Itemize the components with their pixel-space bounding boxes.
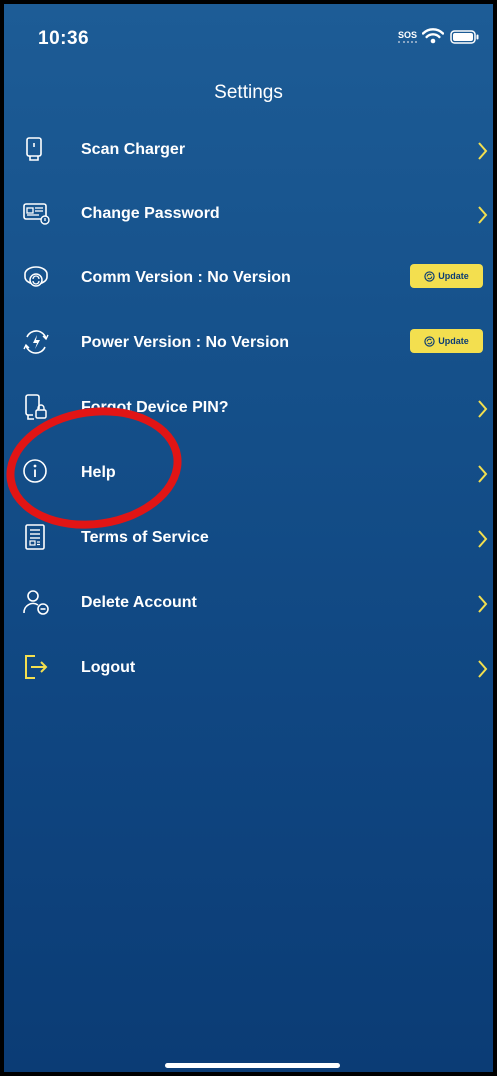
menu-item-label: Scan Charger: [81, 141, 186, 158]
menu-item-label: Forgot Device PIN?: [81, 399, 229, 416]
refresh-icon: [424, 270, 435, 282]
chevron-right-icon: [478, 530, 488, 553]
power-update-button[interactable]: Update: [410, 329, 483, 353]
home-indicator[interactable]: [165, 1063, 340, 1068]
charger-icon: [22, 135, 50, 163]
page-title: Settings: [214, 82, 283, 103]
menu-item-help[interactable]: Help: [4, 449, 493, 499]
info-icon: [22, 458, 50, 486]
chevron-right-icon: [478, 595, 488, 618]
chevron-right-icon: [478, 660, 488, 683]
user-remove-icon: [22, 588, 50, 616]
id-card-icon: [22, 199, 50, 227]
menu-item-label: Delete Account: [81, 594, 197, 611]
menu-item-label: Help: [81, 464, 116, 481]
menu-item-change-password[interactable]: Change Password: [4, 190, 493, 240]
menu-item-logout[interactable]: Logout: [4, 644, 493, 694]
power-sync-icon: [22, 328, 50, 356]
router-sync-icon: [22, 263, 50, 291]
document-icon: [22, 523, 50, 551]
logout-icon: [22, 653, 50, 681]
menu-item-label: Change Password: [81, 205, 220, 222]
menu-item-forgot-device-pin[interactable]: Forgot Device PIN?: [4, 384, 493, 434]
menu-item-scan-charger[interactable]: Scan Charger: [4, 126, 493, 176]
update-button-label: Update: [438, 271, 469, 281]
menu-item-label: Comm Version : No Version: [81, 269, 291, 286]
menu-item-label: Terms of Service: [81, 529, 209, 546]
menu-item-power-version: Power Version : No Version Update: [4, 319, 493, 369]
menu-item-label: Logout: [81, 659, 136, 676]
settings-screen: 10:36 SOS Settings Scan Charger Change P…: [4, 4, 493, 1072]
chevron-right-icon: [478, 465, 488, 488]
comm-update-button[interactable]: Update: [410, 264, 483, 288]
menu-item-terms-of-service[interactable]: Terms of Service: [4, 514, 493, 564]
menu-item-delete-account[interactable]: Delete Account: [4, 579, 493, 629]
wifi-icon: [421, 28, 445, 49]
battery-icon: [450, 30, 480, 49]
chevron-right-icon: [478, 400, 488, 423]
status-time: 10:36: [38, 28, 90, 49]
device-lock-icon: [22, 393, 50, 421]
sos-indicator: SOS: [398, 30, 418, 43]
menu-item-label: Power Version : No Version: [81, 334, 290, 351]
update-button-label: Update: [438, 336, 469, 346]
chevron-right-icon: [478, 142, 488, 165]
status-bar: 10:36 SOS: [4, 4, 493, 64]
menu-item-comm-version: Comm Version : No Version Update: [4, 254, 493, 304]
chevron-right-icon: [478, 206, 488, 229]
refresh-icon: [424, 335, 435, 347]
